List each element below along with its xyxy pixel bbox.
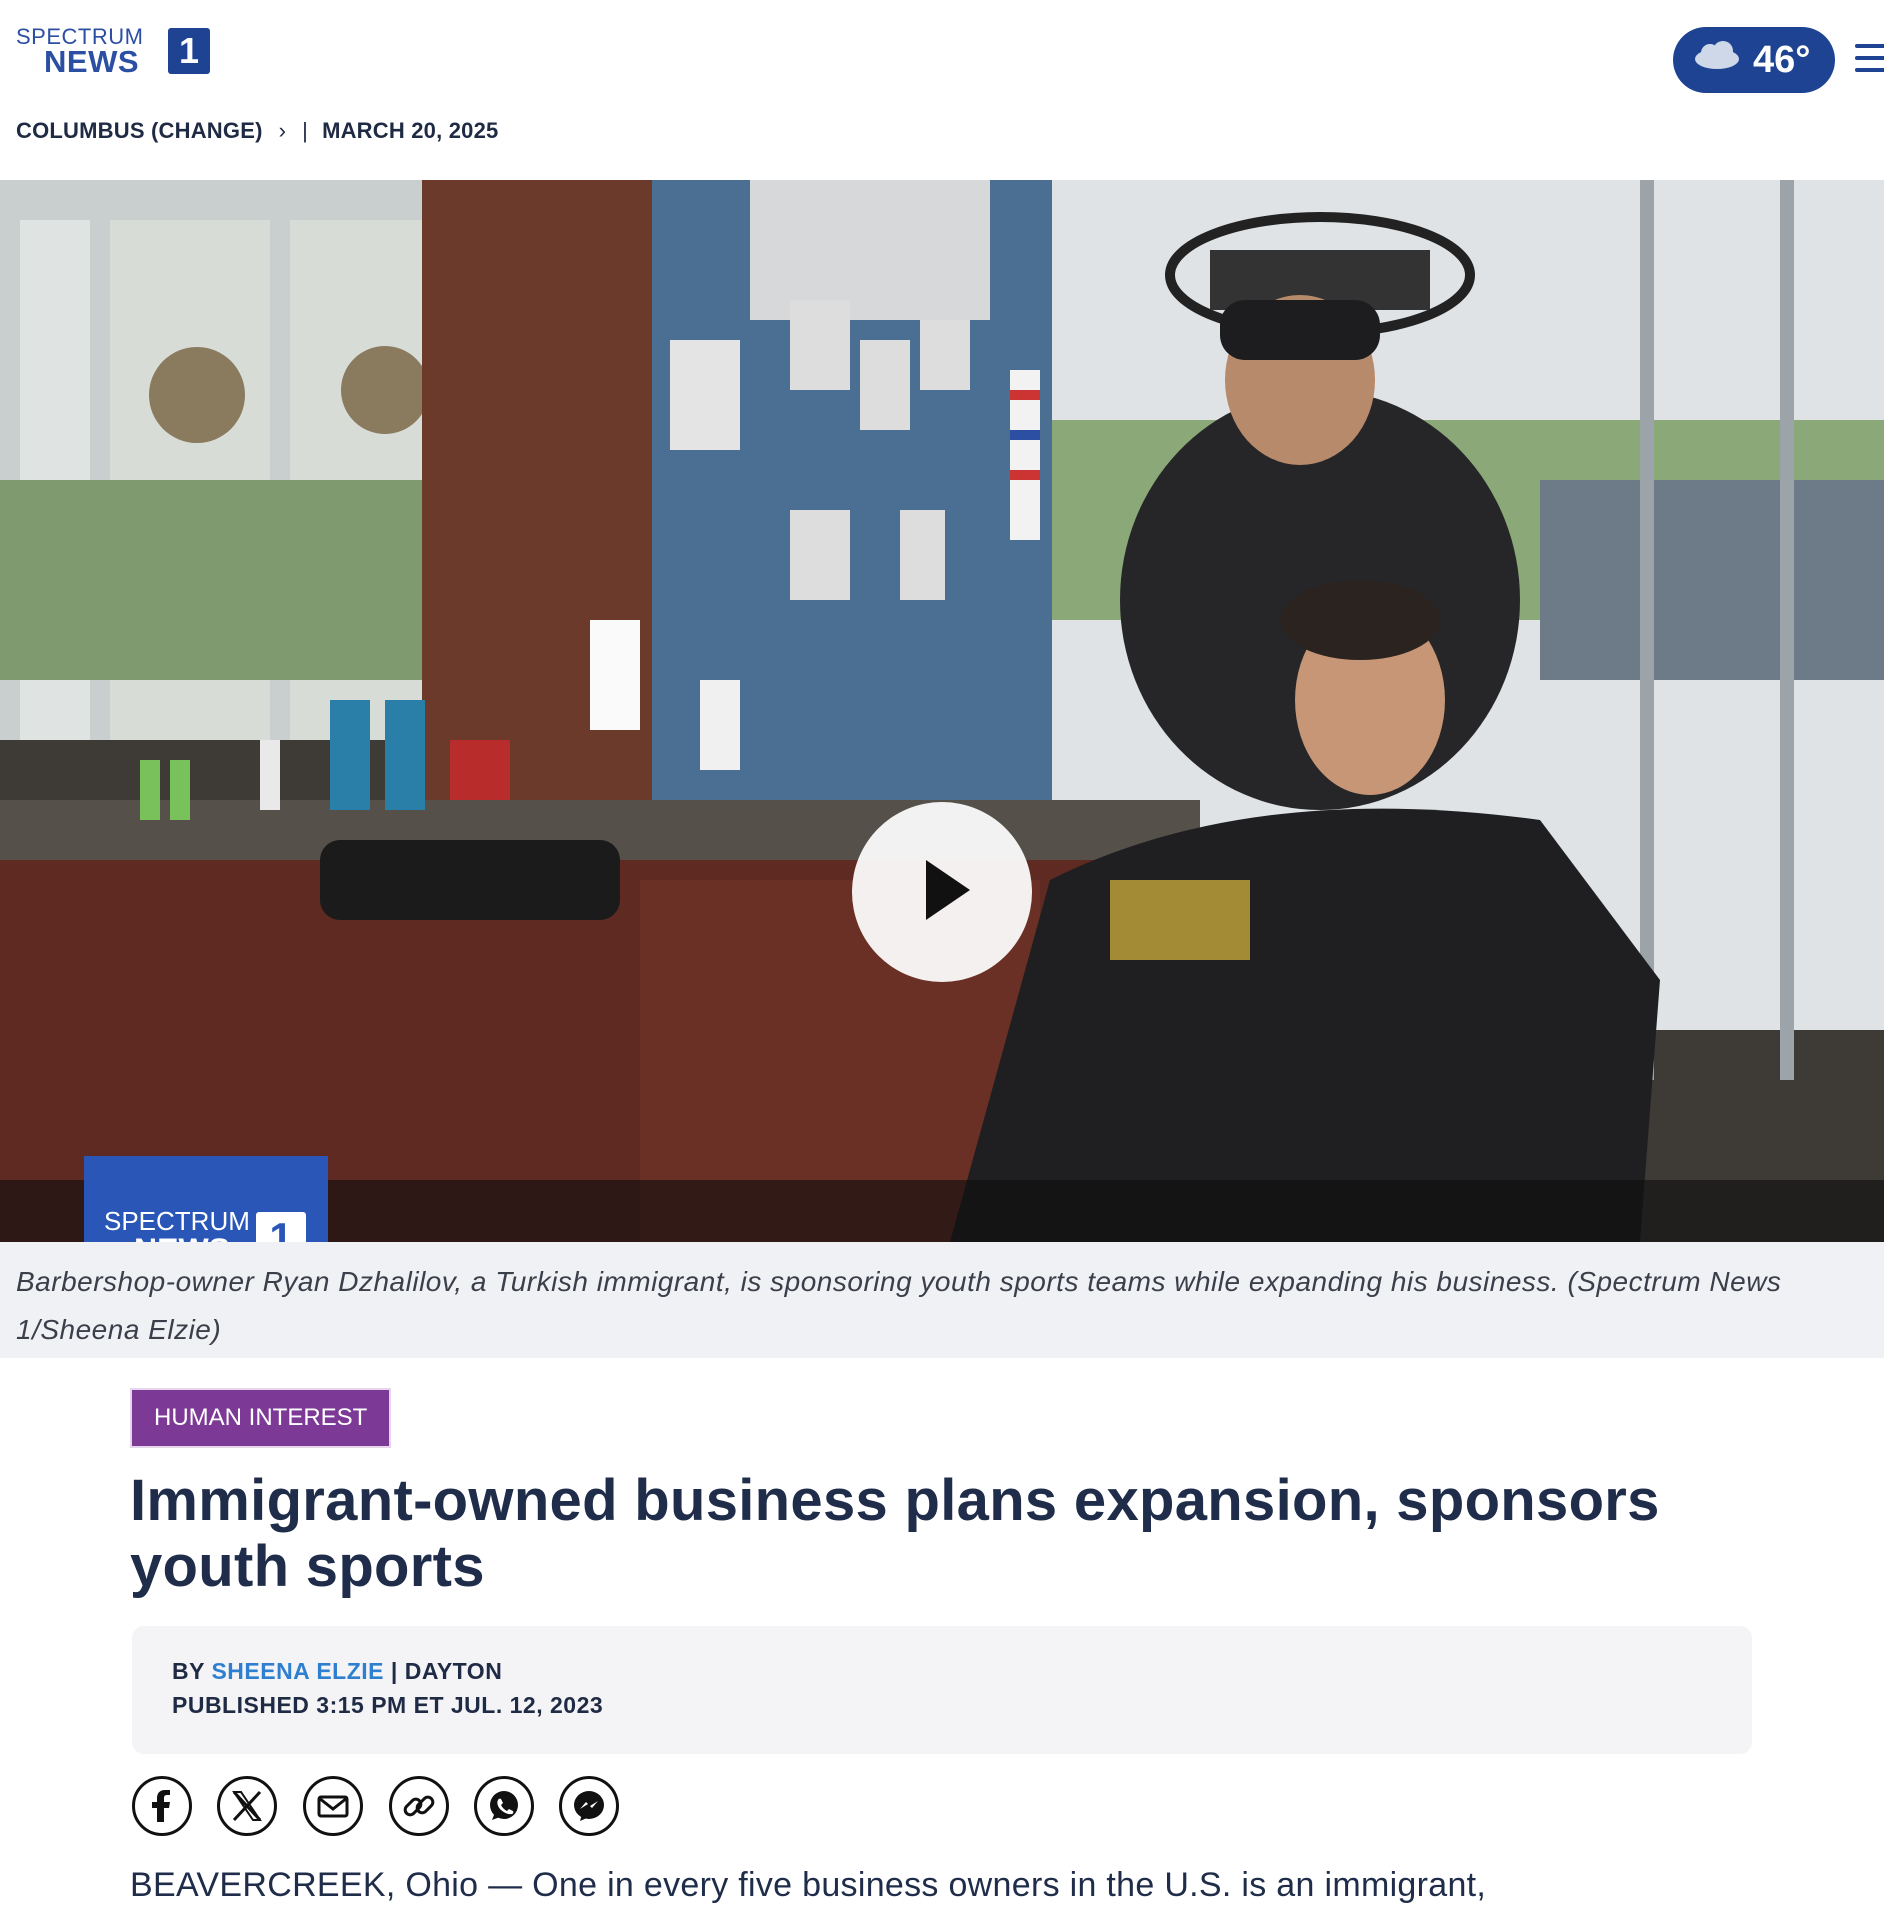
logo-text-line2: NEWS [44, 44, 139, 79]
messenger-share-button[interactable] [559, 1776, 619, 1836]
photo-caption-box: Barbershop-owner Ryan Dzhalilov, a Turki… [0, 1242, 1884, 1358]
breadcrumb-divider: | [302, 118, 309, 143]
chevron-right-icon: › [278, 118, 287, 143]
breadcrumb: COLUMBUS (CHANGE) › | MARCH 20, 2025 [16, 118, 499, 144]
weather-widget[interactable]: 46° [1673, 27, 1835, 93]
facebook-share-button[interactable] [132, 1776, 192, 1836]
x-share-button[interactable] [217, 1776, 277, 1836]
byline-prefix: BY [172, 1658, 212, 1684]
site-header: SPECTRUM NEWS 1 46° [0, 0, 1884, 100]
link-icon [403, 1795, 435, 1817]
spectrum-news-watermark: SPECTRUM NEWS 1 [84, 1156, 328, 1242]
facebook-icon [152, 1790, 170, 1822]
author-link[interactable]: SHEENA ELZIE [211, 1658, 384, 1684]
watermark-text-line2: NEWS [134, 1232, 230, 1242]
byline-location: | DAYTON [384, 1658, 503, 1684]
play-button[interactable] [852, 802, 1032, 982]
email-icon [317, 1795, 349, 1818]
hamburger-menu-icon[interactable] [1855, 44, 1884, 74]
logo-number: 1 [168, 28, 210, 74]
category-tag[interactable]: HUMAN INTEREST [132, 1390, 390, 1446]
whatsapp-icon [490, 1791, 518, 1820]
article-title: Immigrant-owned business plans expansion… [130, 1468, 1660, 1599]
watermark-number: 1 [256, 1212, 306, 1242]
whatsapp-share-button[interactable] [474, 1776, 534, 1836]
messenger-icon [574, 1791, 604, 1821]
hero-video[interactable]: SPECTRUM NEWS 1 [0, 180, 1884, 1242]
published-timestamp: PUBLISHED 3:15 PM ET JUL. 12, 2023 [172, 1692, 604, 1718]
email-share-button[interactable] [303, 1776, 363, 1836]
article-body-first-line: BEAVERCREEK, Ohio — One in every five bu… [130, 1866, 1487, 1904]
photo-caption: Barbershop-owner Ryan Dzhalilov, a Turki… [16, 1266, 1782, 1345]
barbershop-photo [0, 180, 1884, 1242]
cloud-icon [1695, 41, 1739, 69]
copy-link-button[interactable] [389, 1776, 449, 1836]
current-date: MARCH 20, 2025 [322, 118, 499, 143]
location-change-link[interactable]: COLUMBUS (CHANGE) [16, 118, 263, 143]
play-icon [926, 860, 970, 920]
byline: BY SHEENA ELZIE | DAYTON [172, 1658, 502, 1685]
spectrum-news-logo[interactable]: SPECTRUM NEWS 1 [16, 24, 210, 80]
byline-box: BY SHEENA ELZIE | DAYTON PUBLISHED 3:15 … [132, 1626, 1752, 1754]
weather-temperature: 46° [1753, 39, 1811, 81]
x-twitter-icon [232, 1790, 262, 1822]
